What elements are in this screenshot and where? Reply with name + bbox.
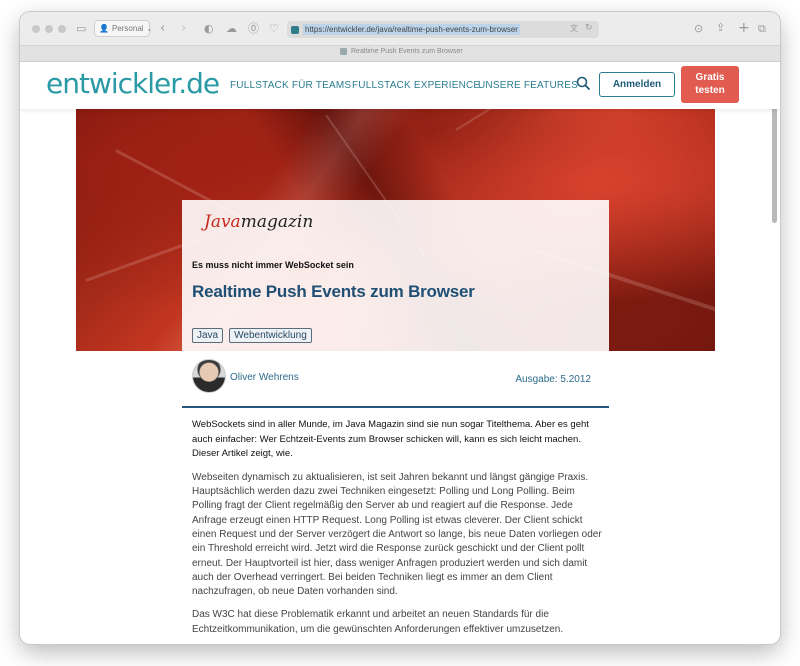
share-icon[interactable]: ⇪ <box>716 22 725 33</box>
java-magazin-logo[interactable]: Javamagazin <box>204 212 313 232</box>
tab-bar: Realtime Push Events zum Browser <box>20 45 780 62</box>
pocket-icon[interactable]: ♡ <box>269 23 279 34</box>
new-tab-icon[interactable]: + <box>738 21 750 35</box>
search-icon[interactable] <box>576 76 590 90</box>
author-avatar[interactable] <box>192 359 226 393</box>
person-icon: 👤 <box>99 24 109 33</box>
issue-info: Ausgabe: 5.2012 <box>515 374 591 385</box>
profile-label: Personal <box>111 24 144 33</box>
chevron-down-icon: ⌄ <box>146 25 153 33</box>
article-title: Realtime Push Events zum Browser <box>192 282 475 301</box>
site-favicon-icon <box>291 25 299 34</box>
profile-selector[interactable]: 👤 Personal ⌄ <box>94 20 153 37</box>
downloads-icon[interactable]: ⊙ <box>694 23 703 34</box>
tag-list: Java Webentwicklung <box>192 328 312 343</box>
hero-streak <box>455 109 661 131</box>
nav-fullstack-experience[interactable]: FULLSTACK EXPERIENCE <box>352 80 480 91</box>
nav-features[interactable]: UNSERE FEATURES <box>478 80 578 91</box>
reload-icon[interactable]: ↻ <box>585 24 593 33</box>
journal-java: Java <box>204 212 241 232</box>
extension-icon[interactable]: ☁ <box>226 23 237 34</box>
close-window-button[interactable] <box>32 25 40 33</box>
back-icon[interactable]: ‹ <box>160 22 165 35</box>
free-trial-button[interactable]: Gratis testen <box>681 66 739 103</box>
journal-mag: magazin <box>240 212 314 232</box>
nav-fullstack-teams[interactable]: FULLSTACK FÜR TEAMS <box>230 80 351 91</box>
address-bar[interactable]: https://entwickler.de/java/realtime-push… <box>287 21 599 38</box>
logo-tld: de <box>186 67 220 100</box>
browser-toolbar: ▭ 👤 Personal ⌄ ‹ › ◐ ☁ ⓪ ♡ https://entwi… <box>20 12 780 45</box>
trial-label-line2: testen <box>695 85 725 96</box>
article-kicker: Es muss nicht immer WebSocket sein <box>192 260 354 270</box>
tab-overview-icon[interactable]: ⧉ <box>758 23 766 34</box>
site-header: entwickler.de FULLSTACK FÜR TEAMS FULLST… <box>20 62 780 109</box>
translate-icon[interactable]: 文 <box>570 25 578 33</box>
article-paragraph: Webseiten dynamisch zu aktualisieren, is… <box>192 471 602 598</box>
logo-main: entwickler <box>46 67 179 100</box>
sidebar-toggle-icon[interactable]: ▭ <box>76 23 86 34</box>
zoom-window-button[interactable] <box>58 25 66 33</box>
article-lead: WebSockets sind in aller Munde, im Java … <box>192 419 589 460</box>
tag-webentwicklung[interactable]: Webentwicklung <box>229 328 312 343</box>
site-logo[interactable]: entwickler.de <box>46 67 220 100</box>
article-paragraph: Das W3C hat diese Problematik erkannt un… <box>192 609 564 635</box>
url-text[interactable]: https://entwickler.de/java/realtime-push… <box>303 24 520 35</box>
tag-java[interactable]: Java <box>192 328 224 343</box>
privacy-report-icon[interactable]: ◐ <box>204 23 214 34</box>
article-body: WebSockets sind in aller Munde, im Java … <box>192 418 602 637</box>
trial-label-line1: Gratis <box>695 72 725 83</box>
article-header-card: Javamagazin Es muss nicht immer WebSocke… <box>182 200 609 351</box>
login-button[interactable]: Anmelden <box>599 72 675 97</box>
logo-dot: . <box>178 67 187 100</box>
active-tab[interactable]: Realtime Push Events zum Browser <box>340 48 463 55</box>
tab-title: Realtime Push Events zum Browser <box>351 48 463 55</box>
forward-icon[interactable]: › <box>181 22 186 35</box>
password-icon[interactable]: ⓪ <box>248 23 259 34</box>
minimize-window-button[interactable] <box>45 25 53 33</box>
author-name[interactable]: Oliver Wehrens <box>230 372 299 383</box>
tab-favicon-icon <box>340 48 347 55</box>
article-meta: Oliver Wehrens Ausgabe: 5.2012 <box>182 351 609 408</box>
browser-window: ▭ 👤 Personal ⌄ ‹ › ◐ ☁ ⓪ ♡ https://entwi… <box>20 12 780 644</box>
